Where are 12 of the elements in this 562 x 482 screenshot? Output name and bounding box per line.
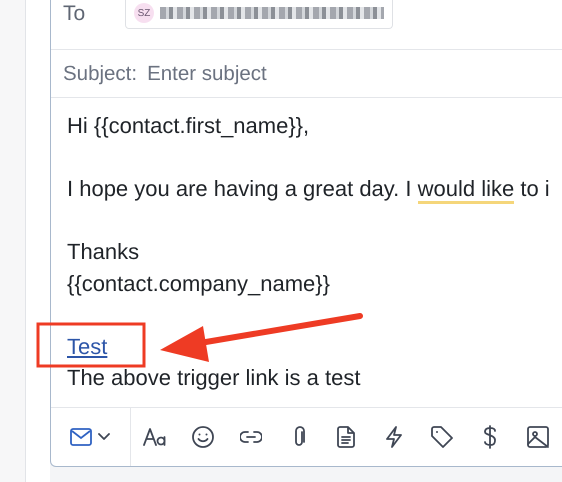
caret-icon	[98, 433, 110, 441]
body-text: Thanks	[67, 239, 140, 264]
to-label: To	[63, 2, 86, 26]
recipient-avatar: SZ	[134, 3, 154, 23]
trigger-link[interactable]: Test	[67, 334, 108, 358]
recipient-chip[interactable]: SZ	[125, 0, 393, 29]
mail-icon	[70, 428, 92, 446]
subject-label: Subject:	[63, 62, 138, 86]
body-text: The above trigger link is a test	[67, 365, 360, 390]
body-text: {{contact.company_name}}	[67, 270, 330, 296]
body-text: Hi {{contact.first_name}},	[67, 113, 310, 138]
body-text: I hope you are having a great day. I would like to i	[67, 176, 550, 204]
